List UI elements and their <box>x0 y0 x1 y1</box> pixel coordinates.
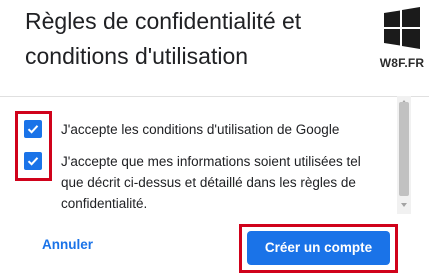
dialog-title: Règles de confidentialité et conditions … <box>25 8 302 69</box>
site-logo: W8F.FR <box>378 6 426 76</box>
cancel-button[interactable]: Annuler <box>36 232 99 258</box>
create-account-button[interactable]: Créer un compte <box>247 231 390 265</box>
divider <box>0 96 429 97</box>
checkbox-highlight-frame <box>15 111 52 181</box>
scroll-down-arrow-icon[interactable] <box>399 200 409 210</box>
windows-logo-icon <box>384 7 420 49</box>
scrollbar-thumb[interactable] <box>399 102 409 196</box>
privacy-checkbox-label: J'accepte que mes informations soient ut… <box>61 154 361 211</box>
logo-text: W8F.FR <box>379 56 425 70</box>
terms-checkbox-label: J'accepte les conditions d'utilisation d… <box>61 122 340 137</box>
account-creation-dialog: Règles de confidentialité et conditions … <box>0 0 429 277</box>
